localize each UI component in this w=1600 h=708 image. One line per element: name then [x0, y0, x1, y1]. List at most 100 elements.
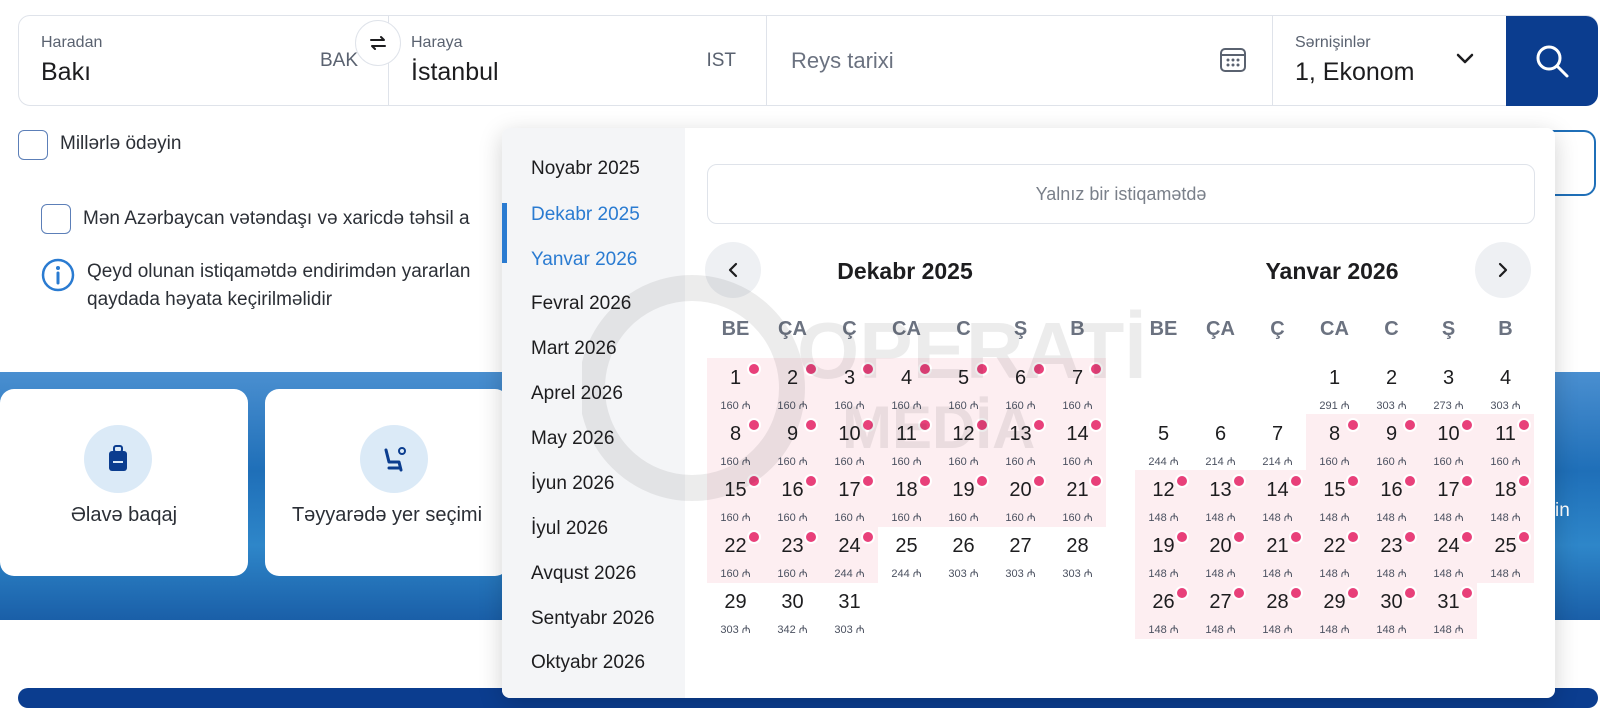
seat-selection-card[interactable]: Təyyarədə yer seçimi [265, 389, 509, 576]
calendar-day[interactable]: 15 160 ₼ [707, 470, 764, 527]
calendar-day[interactable]: 30 342 ₼ [764, 582, 821, 639]
month-item-iyul-2026[interactable]: İyul 2026 [531, 518, 608, 540]
month-item-oktyabr-2026[interactable]: Oktyabr 2026 [531, 652, 645, 674]
calendar-day[interactable]: 18 160 ₼ [878, 470, 935, 527]
date-field[interactable]: Reys tarixi [767, 16, 1273, 105]
calendar-day[interactable]: 31 303 ₼ [821, 582, 878, 639]
month-item-dekabr-2025[interactable]: Dekabr 2025 [531, 204, 640, 226]
calendar-day[interactable]: 23 160 ₼ [764, 526, 821, 583]
day-price: 148 ₼ [1376, 624, 1407, 636]
calendar-day[interactable]: 15 148 ₼ [1306, 470, 1363, 527]
calendar-day[interactable]: 13 148 ₼ [1192, 470, 1249, 527]
calendar-day[interactable]: 10 160 ₼ [821, 414, 878, 471]
calendar-day[interactable]: 11 160 ₼ [1477, 414, 1534, 471]
calendar-day[interactable]: 14 148 ₼ [1249, 470, 1306, 527]
calendar-day[interactable]: 1 291 ₼ [1306, 358, 1363, 415]
month-item-fevral-2026[interactable]: Fevral 2026 [531, 293, 631, 315]
month-item-iyun-2026[interactable]: İyun 2026 [531, 473, 614, 495]
calendar-day[interactable]: 11 160 ₼ [878, 414, 935, 471]
calendar-day[interactable]: 4 160 ₼ [878, 358, 935, 415]
calendar-day[interactable]: 20 148 ₼ [1192, 526, 1249, 583]
search-button[interactable] [1506, 16, 1598, 106]
swap-button[interactable] [355, 20, 401, 66]
calendar-day[interactable]: 9 160 ₼ [1363, 414, 1420, 471]
one-way-button[interactable]: Yalnız bir istiqamətdə [707, 164, 1535, 224]
calendar-day[interactable]: 17 160 ₼ [821, 470, 878, 527]
discount-badge-icon [1232, 474, 1246, 488]
calendar-day[interactable]: 6 214 ₼ [1192, 414, 1249, 471]
calendar-day[interactable]: 8 160 ₼ [1306, 414, 1363, 471]
calendar-day[interactable]: 3 273 ₼ [1420, 358, 1477, 415]
to-field[interactable]: Haraya İstanbul IST [389, 16, 767, 105]
month-item-sentyabr-2026[interactable]: Sentyabr 2026 [531, 608, 655, 630]
discount-badge-icon [1460, 474, 1474, 488]
calendar-day[interactable]: 14 160 ₼ [1049, 414, 1106, 471]
calendar-day[interactable]: 26 303 ₼ [935, 526, 992, 583]
calendar-day[interactable]: 5 244 ₼ [1135, 414, 1192, 471]
calendar-day[interactable]: 29 303 ₼ [707, 582, 764, 639]
calendar-day[interactable]: 22 160 ₼ [707, 526, 764, 583]
calendar-day[interactable]: 21 148 ₼ [1249, 526, 1306, 583]
extra-baggage-label: Əlavə baqaj [70, 504, 178, 526]
calendar-day[interactable]: 27 148 ₼ [1192, 582, 1249, 639]
calendar-day[interactable]: 10 160 ₼ [1420, 414, 1477, 471]
prev-month-button[interactable] [705, 242, 761, 298]
calendar-day[interactable]: 28 303 ₼ [1049, 526, 1106, 583]
calendar-day[interactable]: 1 160 ₼ [707, 358, 764, 415]
calendar-day[interactable]: 13 160 ₼ [992, 414, 1049, 471]
calendar-day[interactable]: 9 160 ₼ [764, 414, 821, 471]
calendar-day[interactable]: 21 160 ₼ [1049, 470, 1106, 527]
month-item-avqust-2026[interactable]: Avqust 2026 [531, 563, 636, 585]
month-item-noyabr-2025[interactable]: Noyabr 2025 [531, 158, 640, 180]
day-price: 273 ₼ [1433, 400, 1464, 412]
calendar-day[interactable]: 28 148 ₼ [1249, 582, 1306, 639]
discount-badge-icon [1175, 474, 1189, 488]
calendar-day[interactable]: 3 160 ₼ [821, 358, 878, 415]
calendar-day[interactable]: 20 160 ₼ [992, 470, 1049, 527]
calendar-day[interactable]: 12 160 ₼ [935, 414, 992, 471]
day-price: 160 ₼ [948, 400, 979, 412]
miles-checkbox[interactable] [18, 130, 48, 160]
calendar-day[interactable]: 22 148 ₼ [1306, 526, 1363, 583]
calendar-day[interactable]: 7 160 ₼ [1049, 358, 1106, 415]
month-item-may-2026[interactable]: May 2026 [531, 428, 614, 450]
from-value: Bakı [41, 58, 92, 86]
student-checkbox[interactable] [41, 204, 71, 234]
calendar-day[interactable]: 24 148 ₼ [1420, 526, 1477, 583]
next-month-button[interactable] [1475, 242, 1531, 298]
month-item-yanvar-2026[interactable]: Yanvar 2026 [531, 249, 637, 271]
from-field[interactable]: Haradan Bakı BAK [19, 16, 389, 105]
calendar-day[interactable]: 29 148 ₼ [1306, 582, 1363, 639]
calendar-day[interactable]: 2 160 ₼ [764, 358, 821, 415]
discount-badge-icon [1346, 474, 1360, 488]
calendar-day[interactable]: 23 148 ₼ [1363, 526, 1420, 583]
calendar-day[interactable]: 19 160 ₼ [935, 470, 992, 527]
calendar-day[interactable]: 7 214 ₼ [1249, 414, 1306, 471]
calendar-day[interactable]: 25 148 ₼ [1477, 526, 1534, 583]
calendar-icon [1220, 48, 1246, 72]
calendar-day[interactable]: 5 160 ₼ [935, 358, 992, 415]
calendar-day[interactable]: 18 148 ₼ [1477, 470, 1534, 527]
calendar-day[interactable]: 25 244 ₼ [878, 526, 935, 583]
day-price: 303 ₼ [1005, 568, 1036, 580]
day-price: 160 ₼ [1005, 512, 1036, 524]
calendar-day[interactable]: 8 160 ₼ [707, 414, 764, 471]
calendar-day[interactable]: 12 148 ₼ [1135, 470, 1192, 527]
calendar-day[interactable]: 6 160 ₼ [992, 358, 1049, 415]
calendar-day[interactable]: 2 303 ₼ [1363, 358, 1420, 415]
calendar-day[interactable]: 30 148 ₼ [1363, 582, 1420, 639]
calendar-day[interactable]: 31 148 ₼ [1420, 582, 1477, 639]
month-item-aprel-2026[interactable]: Aprel 2026 [531, 383, 623, 405]
passengers-field[interactable]: Sərnişinlər 1, Ekonom [1273, 16, 1497, 105]
calendar-day[interactable]: 16 148 ₼ [1363, 470, 1420, 527]
day-price: 160 ₼ [777, 512, 808, 524]
calendar-day[interactable]: 26 148 ₼ [1135, 582, 1192, 639]
calendar-day[interactable]: 24 244 ₼ [821, 526, 878, 583]
calendar-day[interactable]: 4 303 ₼ [1477, 358, 1534, 415]
calendar-day[interactable]: 16 160 ₼ [764, 470, 821, 527]
month-item-mart-2026[interactable]: Mart 2026 [531, 338, 617, 360]
calendar-day[interactable]: 19 148 ₼ [1135, 526, 1192, 583]
extra-baggage-card[interactable]: Əlavə baqaj [0, 389, 248, 576]
calendar-day[interactable]: 17 148 ₼ [1420, 470, 1477, 527]
calendar-day[interactable]: 27 303 ₼ [992, 526, 1049, 583]
